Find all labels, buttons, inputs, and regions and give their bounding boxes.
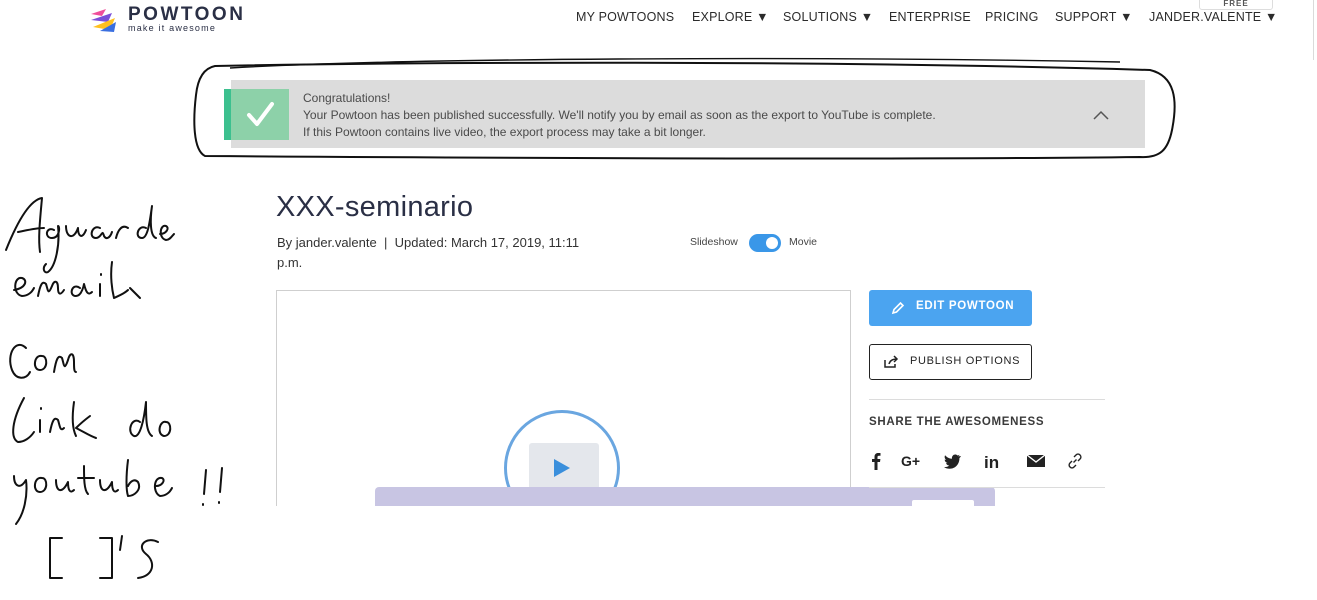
publish-options-label: PUBLISH OPTIONS [910,355,1021,367]
svg-text:G+: G+ [901,454,920,468]
chevron-down-icon: ▼ [1265,10,1278,24]
divider [869,399,1105,400]
google-plus-icon[interactable]: G+ [901,451,925,471]
toggle-knob [766,237,778,249]
collapse-banner-chevron-up-icon[interactable] [1091,108,1111,122]
toggle-label-movie[interactable]: Movie [789,236,817,248]
banner-line-2: Your Powtoon has been published successf… [303,108,936,122]
meta-separator: | [383,235,388,250]
nav-my-powtoons[interactable]: MY POWTOONS [576,10,674,24]
page-edge-divider [1313,0,1314,60]
toggle-label-slideshow[interactable]: Slideshow [690,236,738,248]
link-icon[interactable] [1066,451,1084,471]
share-heading: SHARE THE AWESOMENESS [869,416,1045,428]
banner-line-3: If this Powtoon contains live video, the… [303,125,706,139]
nav-pricing[interactable]: PRICING [985,10,1039,24]
share-out-icon [884,355,899,368]
logo-tagline: make it awesome [128,23,217,33]
nav-solutions[interactable]: SOLUTIONS ▼ [783,10,873,24]
chevron-down-icon: ▼ [1120,10,1133,24]
pencil-icon [891,301,905,315]
powtoon-meta: By jander.valente | Updated: March 17, 2… [277,233,597,273]
chevron-down-icon: ▼ [756,10,769,24]
linkedin-icon[interactable]: in [983,451,1003,471]
svg-text:in: in [984,453,999,470]
nav-support[interactable]: SUPPORT ▼ [1055,10,1133,24]
checkmark-icon [247,102,274,126]
edit-powtoon-label: EDIT POWTOON [916,300,1015,312]
nav-enterprise[interactable]: ENTERPRISE [889,10,971,24]
chevron-down-icon: ▼ [860,10,874,24]
screenshot-cut-area [0,506,1317,595]
nav-user-menu[interactable]: JANDER.VALENTE ▼ [1149,10,1278,24]
email-icon[interactable] [1025,451,1047,471]
facebook-icon[interactable] [869,451,883,471]
banner-status [231,89,289,140]
publish-options-button[interactable]: PUBLISH OPTIONS [869,344,1032,380]
divider [869,487,1105,488]
play-icon [554,459,570,477]
plan-badge: FREE [1199,0,1273,10]
twitter-icon[interactable] [942,451,962,471]
author-byline: By jander.valente [277,235,377,250]
banner-line-1: Congratulations! [303,91,391,105]
banner-message: Congratulations! Your Powtoon has been p… [303,90,936,141]
banner-accent-bar [224,89,231,140]
edit-powtoon-button[interactable]: EDIT POWTOON [869,290,1032,326]
powtoon-title: XXX-seminario [276,191,474,223]
nav-explore[interactable]: EXPLORE ▼ [692,10,769,24]
